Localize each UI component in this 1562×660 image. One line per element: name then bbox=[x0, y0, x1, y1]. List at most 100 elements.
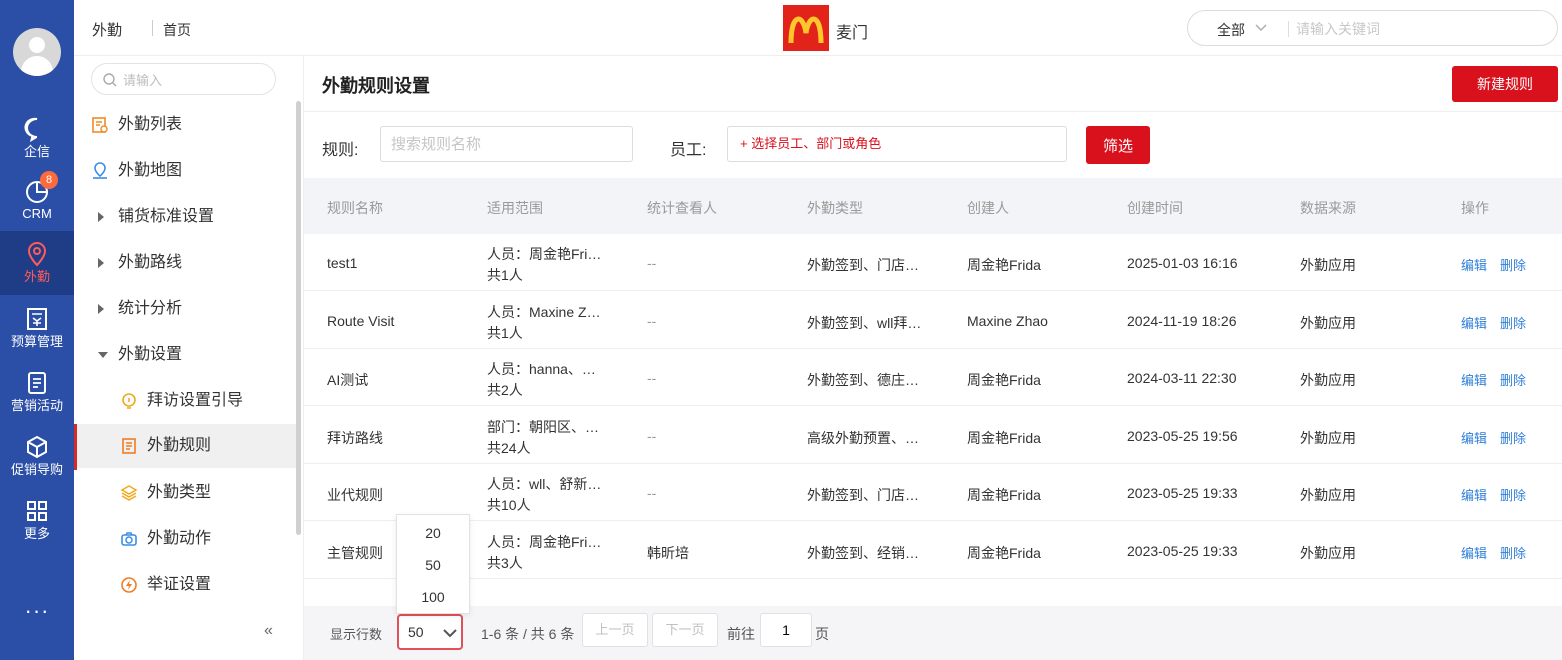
sidebar-item-evidence-settings[interactable]: 举证设置 bbox=[74, 563, 298, 607]
column-header: 操作 bbox=[1461, 200, 1489, 216]
scope-summary: 人员：wll、舒新… bbox=[487, 476, 602, 492]
expand-arrow-icon bbox=[98, 304, 104, 314]
creator: 周金艳Frida bbox=[967, 257, 1041, 273]
sidebar-item-label: 外勤设置 bbox=[118, 346, 183, 363]
creator: 周金艳Frida bbox=[967, 544, 1041, 561]
sidebar-item-visit-guide[interactable]: 拜访设置引导 bbox=[74, 379, 298, 423]
table-row: Route Visit 人员：Maxine Z… 共1人 -- 外勤签到、wll拜… Ma… bbox=[304, 292, 1562, 349]
grid-icon bbox=[27, 501, 47, 521]
waiqin-type: 外勤签到、门店… bbox=[807, 487, 919, 503]
rail-item-promotion[interactable]: 促销导购 bbox=[0, 424, 74, 488]
sidebar-item-waiqin-list[interactable]: 外勤列表 bbox=[74, 103, 298, 147]
budget-icon bbox=[27, 308, 47, 330]
rule-name: test1 bbox=[327, 255, 358, 271]
sidebar-item-waiqin-map[interactable]: 外勤地图 bbox=[74, 149, 298, 193]
expand-arrow-icon bbox=[98, 258, 104, 268]
data-source: 外勤应用 bbox=[1300, 544, 1356, 561]
sidebar-item-label: 铺货标准设置 bbox=[118, 208, 215, 225]
search-scope-select[interactable]: 全部 bbox=[1217, 20, 1245, 40]
edit-link[interactable]: 编辑 bbox=[1461, 255, 1487, 274]
collapse-arrow-icon bbox=[98, 352, 108, 358]
delete-link[interactable]: 删除 bbox=[1500, 313, 1526, 332]
sidebar-item-waiqin-settings[interactable]: 外勤设置 bbox=[74, 333, 298, 377]
crm-badge: 8 bbox=[40, 171, 58, 189]
sidebar-item-distribution-standard[interactable]: 铺货标准设置 bbox=[74, 195, 298, 239]
page-number-input[interactable] bbox=[760, 613, 812, 647]
breadcrumb-home[interactable]: 首页 bbox=[163, 20, 191, 40]
main-panel: 外勤规则设置 新建规则 规则: 员工: + 选择员工、部门或角色 筛选 规则名称… bbox=[304, 56, 1562, 660]
rail-item-crm[interactable]: 8 CRM bbox=[0, 168, 74, 232]
table-row: test1 人员：周金艳Fri… 共1人 -- 外勤签到、门店… 周金艳Frida 2025… bbox=[304, 234, 1562, 291]
sidebar-item-label: 统计分析 bbox=[118, 300, 183, 317]
rule-name: Route Visit bbox=[327, 312, 395, 329]
search-divider bbox=[1288, 21, 1289, 37]
employee-picker[interactable]: + 选择员工、部门或角色 bbox=[727, 126, 1067, 162]
page-size-option[interactable]: 20 bbox=[397, 517, 469, 549]
rule-name: 主管规则 bbox=[327, 544, 383, 561]
rail-label: 更多 bbox=[23, 526, 50, 541]
page-size-select[interactable]: 50 bbox=[397, 614, 463, 650]
delete-link[interactable]: 删除 bbox=[1500, 485, 1526, 504]
sidebar-item-label: 拜访设置引导 bbox=[147, 392, 244, 409]
page-size-dropdown: 20 50 100 bbox=[396, 514, 470, 614]
rail-label: 外勤 bbox=[23, 269, 50, 284]
filter-button[interactable]: 筛选 bbox=[1086, 126, 1150, 164]
marketing-icon bbox=[28, 372, 46, 394]
creator: 周金艳Frida bbox=[967, 487, 1041, 503]
rail-item-marketing[interactable]: 营销活动 bbox=[0, 360, 74, 424]
created-time: 2023-05-25 19:33 bbox=[1127, 485, 1238, 501]
delete-link[interactable]: 删除 bbox=[1500, 370, 1526, 389]
scope-count: 共10人 bbox=[487, 497, 531, 513]
search-input[interactable] bbox=[1296, 17, 1546, 41]
more-dots-icon[interactable]: ··· bbox=[0, 598, 74, 624]
next-page-button[interactable]: 下一页 bbox=[652, 613, 718, 647]
edit-link[interactable]: 编辑 bbox=[1461, 313, 1487, 332]
created-time: 2023-05-25 19:33 bbox=[1127, 542, 1238, 559]
edit-link[interactable]: 编辑 bbox=[1461, 428, 1487, 447]
divider bbox=[304, 111, 1562, 112]
table-row: 主管规则 人员：周金艳Fri… 共3人 韩昕培 外勤签到、经销… 周金艳Frida 2023… bbox=[304, 522, 1562, 579]
rail-item-more[interactable]: 更多 bbox=[0, 488, 74, 552]
sidebar-item-waiqin-route[interactable]: 外勤路线 bbox=[74, 241, 298, 285]
search-icon bbox=[103, 73, 117, 87]
rail-item-qixin[interactable]: 企信 bbox=[0, 106, 74, 170]
rail-item-budget[interactable]: 预算管理 bbox=[0, 296, 74, 360]
breadcrumb-module[interactable]: 外勤 bbox=[92, 19, 122, 40]
rail-item-waiqin[interactable]: 外勤 bbox=[0, 231, 74, 295]
page-size-option[interactable]: 100 bbox=[397, 581, 469, 613]
sidebar-item-waiqin-types[interactable]: 外勤类型 bbox=[74, 471, 298, 515]
chevron-down-icon[interactable] bbox=[1254, 21, 1268, 35]
sidebar-item-statistics[interactable]: 统计分析 bbox=[74, 287, 298, 331]
page-size-option[interactable]: 50 bbox=[397, 549, 469, 581]
pagination-bar: 显示行数 50 1-6 条 / 共 6 条 上一页 下一页 前往 页 bbox=[304, 606, 1562, 660]
scope-count: 共2人 bbox=[487, 382, 523, 398]
data-source: 外勤应用 bbox=[1300, 487, 1356, 503]
sidebar-item-waiqin-actions[interactable]: 外勤动作 bbox=[74, 517, 298, 561]
edit-link[interactable]: 编辑 bbox=[1461, 543, 1487, 562]
sidebar: 外勤列表 外勤地图 铺货标准设置 外勤路线 统计分析 外勤设置 拜访设置引导 外… bbox=[74, 56, 304, 660]
page-size-value: 50 bbox=[408, 624, 424, 640]
brand-logo bbox=[783, 5, 829, 51]
sidebar-search-input[interactable] bbox=[123, 70, 263, 90]
stat-viewer: -- bbox=[647, 255, 657, 271]
scope-summary: 人员：周金艳Fri… bbox=[487, 246, 602, 262]
delete-link[interactable]: 删除 bbox=[1500, 255, 1526, 274]
waiqin-type: 外勤签到、门店… bbox=[807, 257, 919, 273]
prev-page-button[interactable]: 上一页 bbox=[582, 613, 648, 647]
collapse-sidebar-icon[interactable]: « bbox=[264, 622, 273, 640]
new-rule-button[interactable]: 新建规则 bbox=[1452, 66, 1558, 102]
delete-link[interactable]: 删除 bbox=[1500, 428, 1526, 447]
edit-link[interactable]: 编辑 bbox=[1461, 370, 1487, 389]
table-row: AI测试 人员：hanna、… 共2人 -- 外勤签到、德庄… 周金艳Frida 2024-… bbox=[304, 349, 1562, 406]
avatar[interactable] bbox=[13, 28, 61, 76]
delete-link[interactable]: 删除 bbox=[1500, 543, 1526, 562]
table-row: 拜访路线 部门：朝阳区、… 共24人 -- 高级外勤预置、… 周金艳Frida 2023-0… bbox=[304, 407, 1562, 464]
stat-viewer: -- bbox=[647, 370, 657, 386]
scope-summary: 人员：hanna、… bbox=[487, 361, 596, 377]
edit-link[interactable]: 编辑 bbox=[1461, 485, 1487, 504]
sidebar-scrollbar[interactable] bbox=[296, 101, 301, 535]
stat-viewer: -- bbox=[647, 485, 657, 501]
rail-label: 促销导购 bbox=[10, 462, 63, 477]
sidebar-item-waiqin-rules[interactable]: 外勤规则 bbox=[74, 424, 298, 470]
rule-name-search-input[interactable] bbox=[380, 126, 633, 162]
